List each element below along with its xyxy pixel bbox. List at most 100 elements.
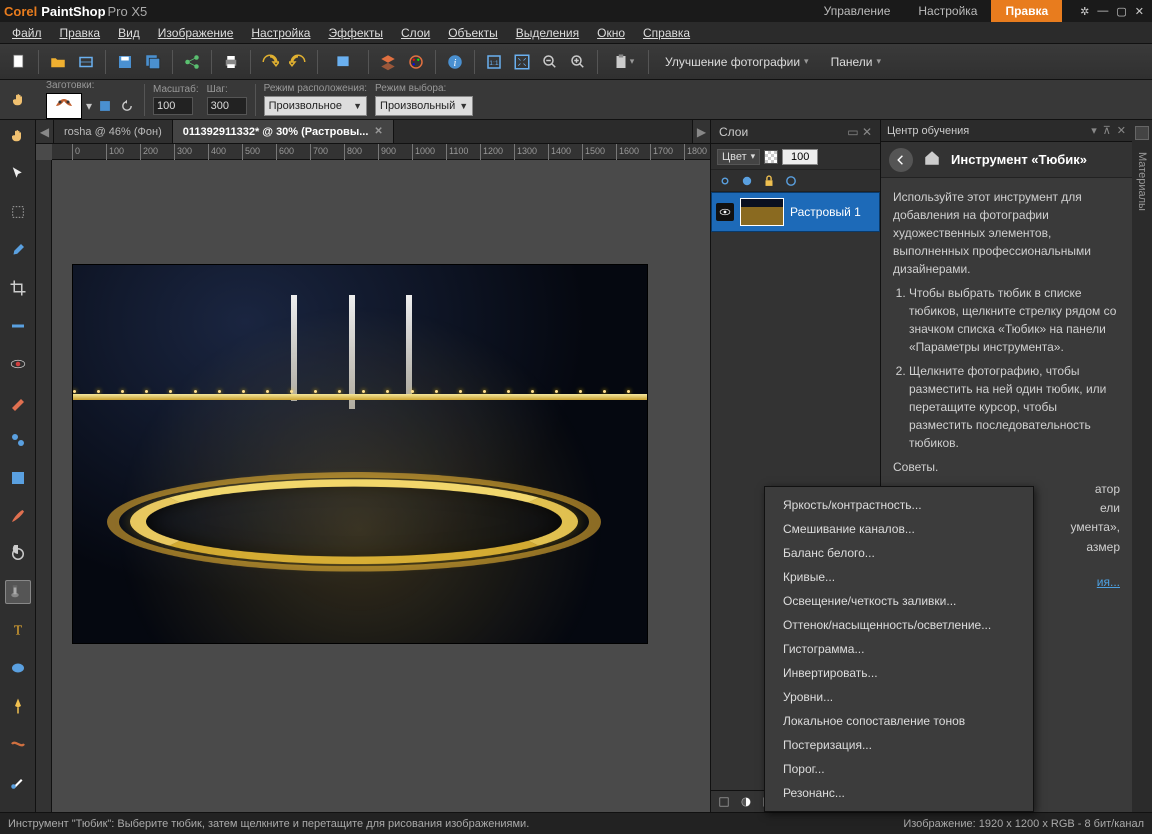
workspace-tab-manage[interactable]: Управление xyxy=(810,0,905,22)
pan-tool[interactable] xyxy=(5,124,31,148)
print-icon[interactable] xyxy=(218,49,244,75)
cm-fill-light[interactable]: Освещение/четкость заливки... xyxy=(765,589,1033,613)
workspace-tab-adjust[interactable]: Настройка xyxy=(904,0,991,22)
save-icon[interactable] xyxy=(112,49,138,75)
share-icon[interactable] xyxy=(179,49,205,75)
scale-input[interactable]: 100 xyxy=(153,97,193,115)
layers-panel-header[interactable]: Слои ▭ ✕ xyxy=(711,120,880,144)
selection-combo[interactable]: Произвольный▼ xyxy=(375,96,473,116)
redo-icon[interactable] xyxy=(285,49,311,75)
panel-menu-icon[interactable]: ▾ xyxy=(1091,124,1097,137)
picture-tube-tool[interactable] xyxy=(5,580,31,604)
materials-tab[interactable]: Материалы xyxy=(1134,146,1150,217)
tab-scroll-right-icon[interactable]: ▶ xyxy=(692,120,710,143)
oil-brush-tool[interactable] xyxy=(5,770,31,794)
layer-styles-icon[interactable] xyxy=(781,172,801,190)
save-all-icon[interactable] xyxy=(140,49,166,75)
close-icon[interactable]: ✕ xyxy=(1135,5,1144,18)
home-icon[interactable] xyxy=(923,149,941,170)
canvas-viewport[interactable]: 0100200300400500600700800900100011001200… xyxy=(36,144,710,812)
learning-link[interactable]: ия... xyxy=(1097,575,1120,589)
scan-icon[interactable] xyxy=(73,49,99,75)
layer-visibility-icon[interactable] xyxy=(716,203,734,221)
panels-dropdown[interactable]: Панели▾ xyxy=(821,49,891,75)
canvas-image[interactable] xyxy=(72,264,648,644)
open-icon[interactable] xyxy=(45,49,71,75)
menu-layers[interactable]: Слои xyxy=(393,24,438,42)
cm-threshold[interactable]: Порог... xyxy=(765,757,1033,781)
back-icon[interactable] xyxy=(889,148,913,172)
panel-close-icon[interactable]: ✕ xyxy=(1117,124,1126,137)
zoom-out-icon[interactable] xyxy=(537,49,563,75)
menu-view[interactable]: Вид xyxy=(110,24,148,42)
fit-window-icon[interactable] xyxy=(509,49,535,75)
menu-window[interactable]: Окно xyxy=(589,24,633,42)
new-adjustment-icon[interactable] xyxy=(737,793,755,811)
pen-tool[interactable] xyxy=(5,694,31,718)
menu-selections[interactable]: Выделения xyxy=(508,24,587,42)
actual-size-icon[interactable]: 1:1 xyxy=(481,49,507,75)
menu-adjust[interactable]: Настройка xyxy=(243,24,318,42)
text-tool[interactable]: T xyxy=(5,618,31,642)
pan-tool-icon[interactable] xyxy=(6,88,32,112)
map-icon[interactable] xyxy=(324,49,362,75)
warp-tool[interactable] xyxy=(5,732,31,756)
zoom-in-icon[interactable] xyxy=(565,49,591,75)
palette-icon[interactable] xyxy=(403,49,429,75)
shape-tool[interactable] xyxy=(5,656,31,680)
cm-levels[interactable]: Уровни... xyxy=(765,685,1033,709)
paintbrush-tool[interactable] xyxy=(5,504,31,528)
menu-objects[interactable]: Объекты xyxy=(440,24,506,42)
lighten-tool[interactable] xyxy=(5,542,31,566)
preset-reset-icon[interactable] xyxy=(118,97,136,115)
cm-brightness[interactable]: Яркость/контрастность... xyxy=(765,493,1033,517)
cm-hsl[interactable]: Оттенок/насыщенность/осветление... xyxy=(765,613,1033,637)
cm-channel-mixer[interactable]: Смешивание каналов... xyxy=(765,517,1033,541)
cm-white-balance[interactable]: Баланс белого... xyxy=(765,541,1033,565)
workspace-tab-edit[interactable]: Правка xyxy=(991,0,1062,22)
layers-icon[interactable] xyxy=(375,49,401,75)
crop-tool[interactable] xyxy=(5,276,31,300)
preset-save-icon[interactable] xyxy=(96,97,114,115)
selection-tool[interactable] xyxy=(5,200,31,224)
paste-icon[interactable]: ▾ xyxy=(604,49,642,75)
menu-effects[interactable]: Эффекты xyxy=(320,24,391,42)
tab-close-icon[interactable]: ✕ xyxy=(374,126,382,137)
info-icon[interactable]: i xyxy=(442,49,468,75)
step-input[interactable]: 300 xyxy=(207,97,247,115)
opacity-input[interactable]: 100 xyxy=(782,149,818,165)
blend-mode-combo[interactable]: Цвет ▾ xyxy=(717,149,760,165)
new-icon[interactable] xyxy=(6,49,32,75)
scratch-tool[interactable] xyxy=(5,466,31,490)
dropper-tool[interactable] xyxy=(5,238,31,262)
cm-invert[interactable]: Инвертировать... xyxy=(765,661,1033,685)
document-tab-1[interactable]: rosha @ 46% (Фон) xyxy=(54,120,173,143)
preset-swatch[interactable] xyxy=(46,93,82,119)
cm-curves[interactable]: Кривые... xyxy=(765,565,1033,589)
menu-help[interactable]: Справка xyxy=(635,24,698,42)
panel-pin-icon[interactable]: ⊼ xyxy=(1103,124,1111,137)
new-layer-icon[interactable] xyxy=(715,793,733,811)
layer-effects-icon[interactable] xyxy=(737,172,757,190)
redeye-tool[interactable] xyxy=(5,352,31,376)
materials-icon[interactable] xyxy=(1135,126,1149,140)
straighten-tool[interactable] xyxy=(5,314,31,338)
minimize-icon[interactable]: — xyxy=(1097,5,1108,18)
layer-lock-icon[interactable] xyxy=(759,172,779,190)
layer-link-icon[interactable] xyxy=(715,172,735,190)
cm-resonance[interactable]: Резонанс... xyxy=(765,781,1033,805)
pick-tool[interactable] xyxy=(5,162,31,186)
menu-edit[interactable]: Правка xyxy=(52,24,109,42)
tab-scroll-left-icon[interactable]: ◀ xyxy=(36,120,54,143)
clone-tool[interactable] xyxy=(5,428,31,452)
photo-fix-dropdown[interactable]: Улучшение фотографии▾ xyxy=(655,49,819,75)
menu-file[interactable]: Файл xyxy=(4,24,50,42)
document-tab-2[interactable]: 011392911332* @ 30% (Растровы...✕ xyxy=(173,120,394,143)
layer-item[interactable]: Растровый 1 xyxy=(711,192,880,232)
maximize-icon[interactable]: ▢ xyxy=(1116,5,1126,18)
cm-histogram[interactable]: Гистограмма... xyxy=(765,637,1033,661)
makeover-tool[interactable] xyxy=(5,390,31,414)
placement-combo[interactable]: Произвольное▼ xyxy=(264,96,367,116)
preset-chevron-icon[interactable]: ▾ xyxy=(86,99,92,113)
undo-icon[interactable] xyxy=(257,49,283,75)
